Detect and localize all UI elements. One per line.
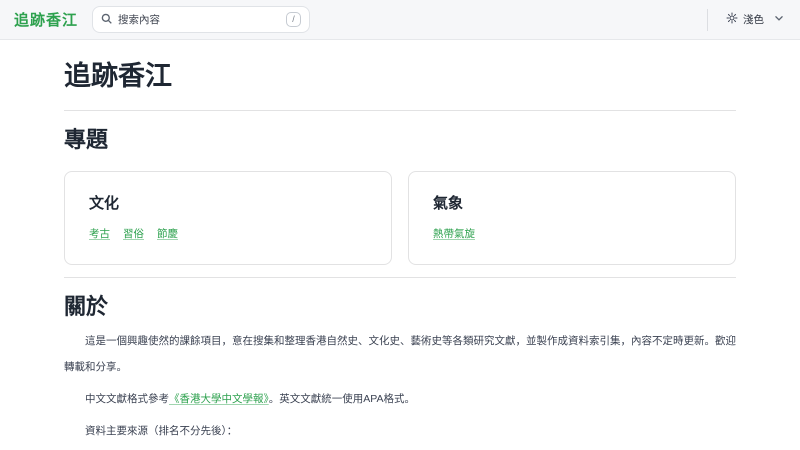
theme-switcher[interactable]: 淺色 bbox=[726, 12, 784, 27]
topic-cards: 文化 考古 習俗 節慶 氣象 熱帶氣旋 bbox=[64, 171, 736, 265]
navbar-divider bbox=[707, 9, 708, 31]
card-meteorology: 氣象 熱帶氣旋 bbox=[408, 171, 736, 265]
navbar-right: 淺色 bbox=[707, 9, 784, 31]
site-logo[interactable]: 追跡香江 bbox=[14, 9, 78, 30]
card-title: 氣象 bbox=[433, 194, 711, 214]
link-tropical-cyclone[interactable]: 熱帶氣旋 bbox=[433, 226, 475, 242]
format-text-after: 。英文文獻統一使用APA格式。 bbox=[269, 393, 415, 405]
link-hku-chinese-journal[interactable]: 《香港大學中文學報》 bbox=[169, 393, 269, 405]
about-paragraph-format: 中文文獻格式參考《香港大學中文學報》。英文文獻統一使用APA格式。 bbox=[64, 386, 736, 412]
main-content: 追跡香江 專題 文化 考古 習俗 節慶 氣象 熱帶氣旋 關於 這是一個興趣使然的… bbox=[0, 40, 800, 444]
card-culture: 文化 考古 習俗 節慶 bbox=[64, 171, 392, 265]
about-paragraph-intro: 這是一個興趣使然的課餘項目，意在搜集和整理香港自然史、文化史、藝術史等各類研究文… bbox=[64, 328, 736, 380]
search-shortcut-key: / bbox=[286, 12, 301, 27]
search-input[interactable]: 搜索內容 / bbox=[92, 6, 310, 33]
card-links: 考古 習俗 節慶 bbox=[89, 226, 367, 242]
link-archaeology[interactable]: 考古 bbox=[89, 226, 110, 242]
page-title: 追跡香江 bbox=[64, 60, 736, 92]
format-text-before: 中文文獻格式參考 bbox=[85, 393, 169, 405]
search-icon bbox=[101, 11, 112, 29]
about-heading: 關於 bbox=[64, 277, 736, 322]
sun-icon bbox=[726, 12, 738, 27]
about-text: 這是一個興趣使然的課餘項目，意在搜集和整理香港自然史、文化史、藝術史等各類研究文… bbox=[64, 328, 736, 444]
chevron-down-icon bbox=[774, 13, 784, 26]
card-title: 文化 bbox=[89, 194, 367, 214]
link-customs[interactable]: 習俗 bbox=[123, 226, 144, 242]
topics-heading: 專題 bbox=[64, 110, 736, 155]
navbar: 追跡香江 搜索內容 / 淺色 bbox=[0, 0, 800, 40]
about-paragraph-sources: 資料主要來源（排名不分先後）： bbox=[64, 418, 736, 444]
theme-label: 淺色 bbox=[743, 12, 764, 27]
link-festivals[interactable]: 節慶 bbox=[157, 226, 178, 242]
search-placeholder: 搜索內容 bbox=[118, 12, 280, 27]
card-links: 熱帶氣旋 bbox=[433, 226, 711, 242]
